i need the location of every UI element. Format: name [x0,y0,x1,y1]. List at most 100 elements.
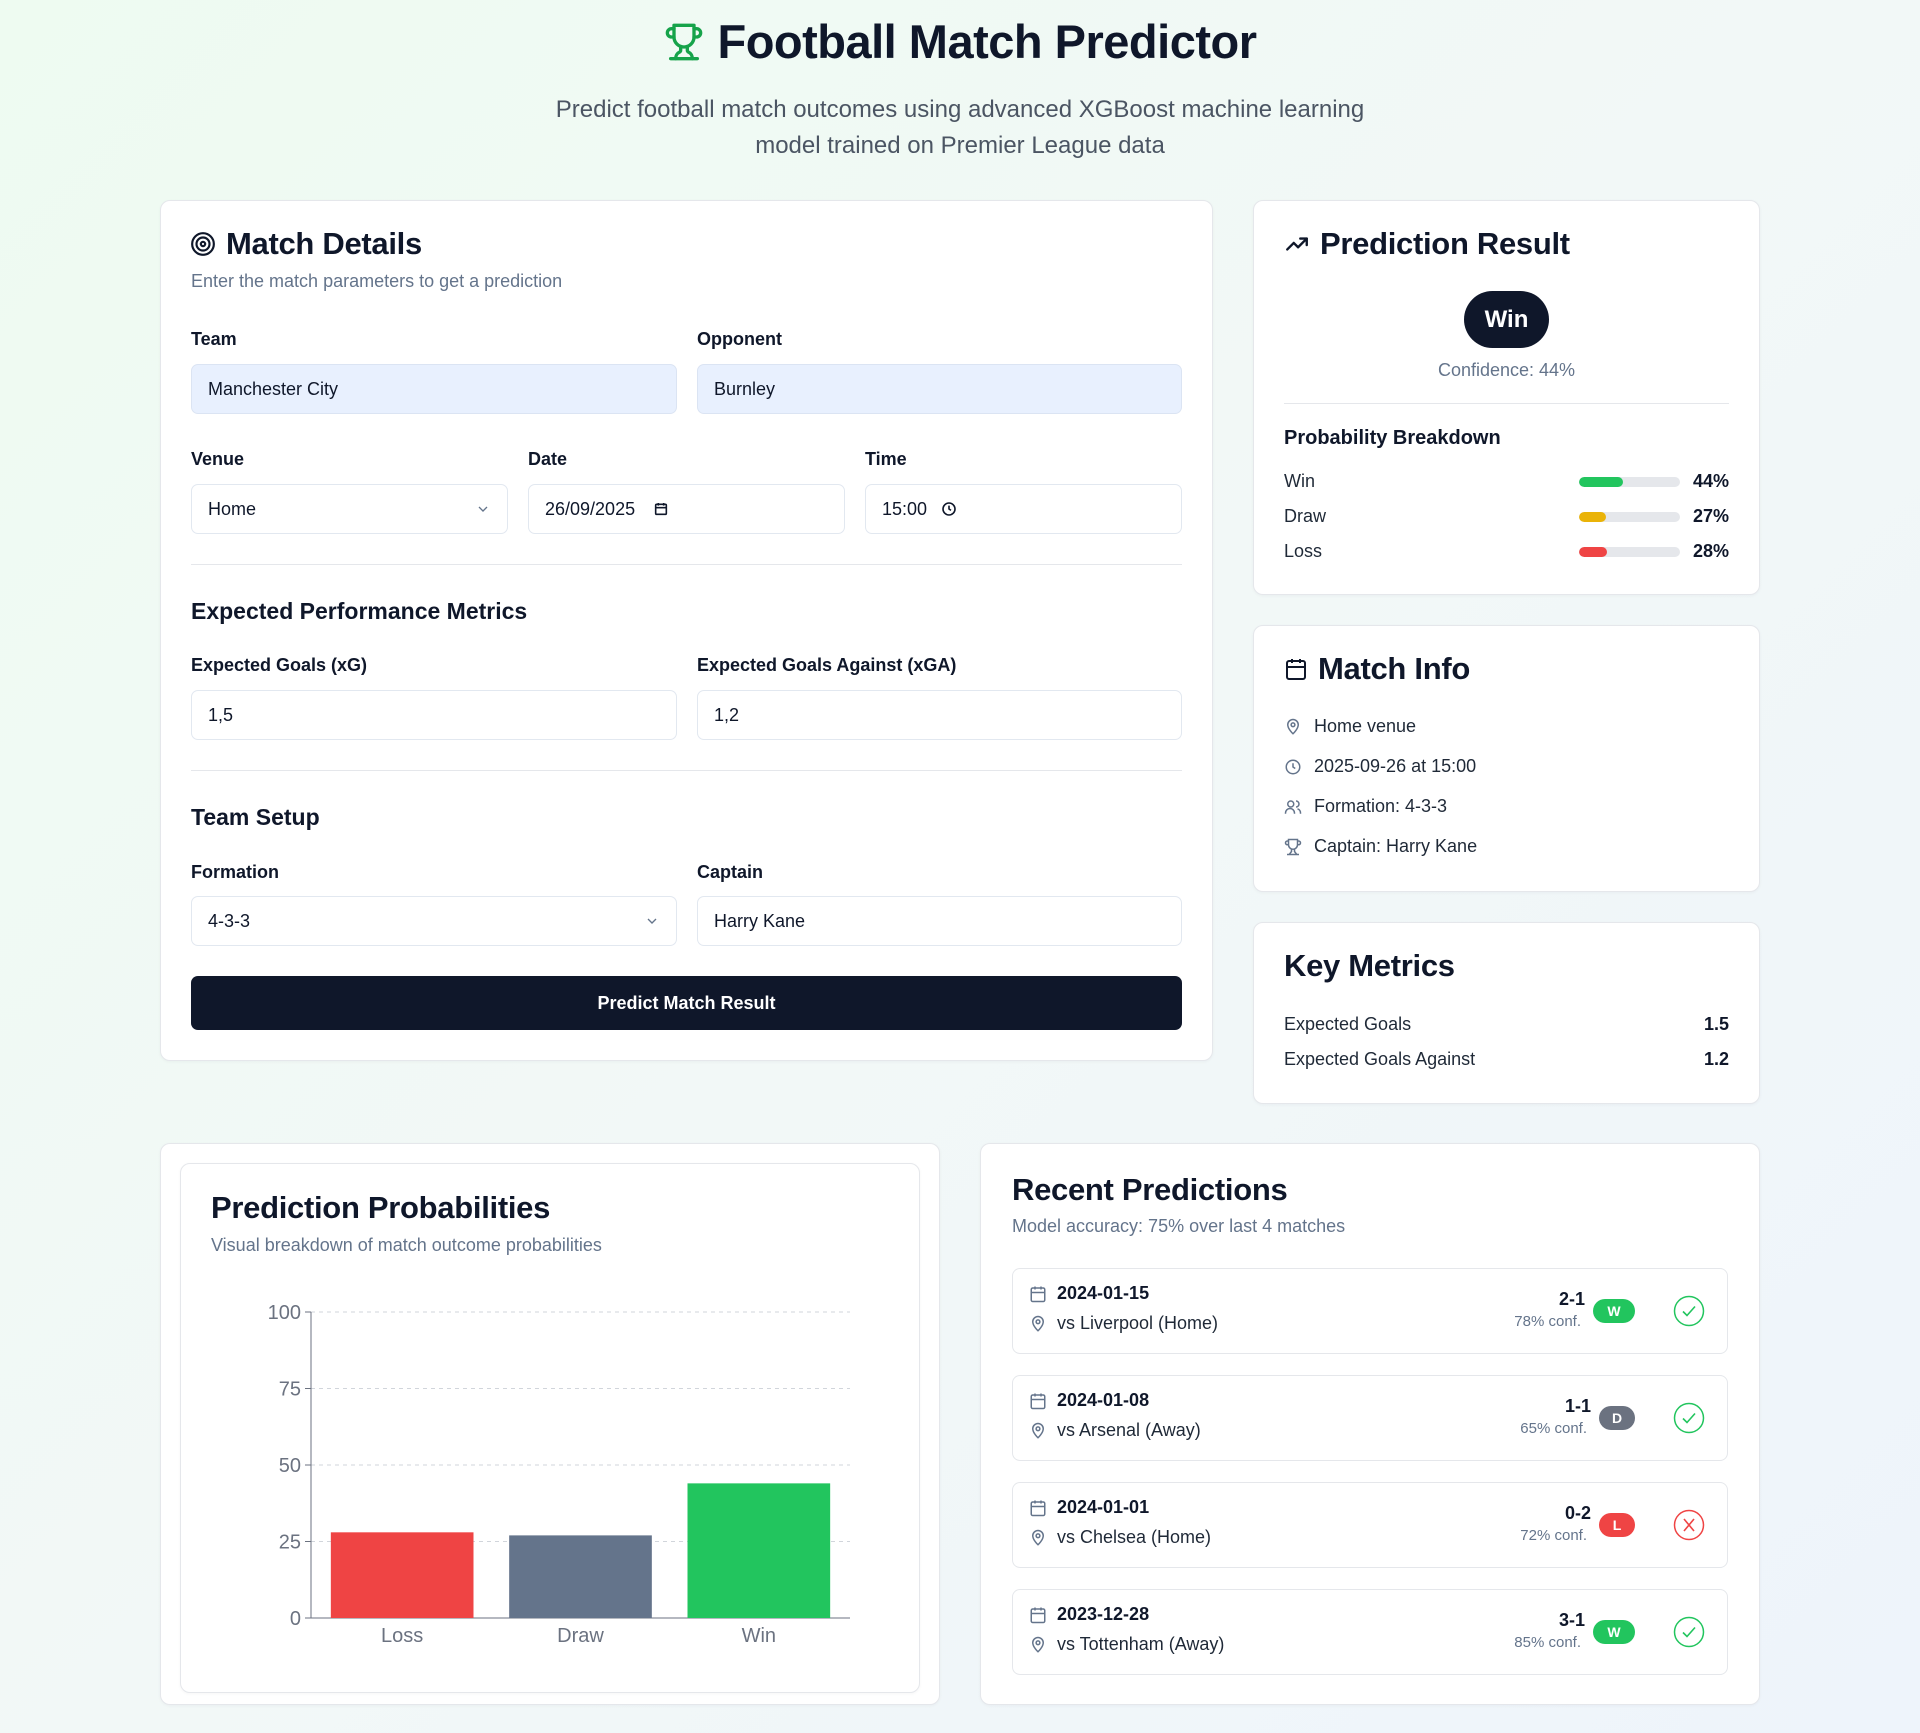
bar-loss [330,1532,474,1618]
check-circle-icon [1673,1402,1705,1434]
info-datetime: 2025-09-26 at 15:00 [1284,756,1476,777]
x-tick-label: Win [742,1625,776,1647]
calendar-icon [1029,1499,1047,1517]
prediction-confidence: 72% conf. [1520,1527,1587,1544]
prediction-item: 2024-01-08 vs Arsenal (Away) 1-1 65% conf. D [1012,1375,1728,1461]
recent-predictions-title: Recent Predictions [1012,1172,1288,1207]
xga-value: 1,2 [714,704,740,725]
loss-progress-bar [1579,547,1680,557]
info-formation: Formation: 4-3-3 [1284,796,1447,817]
xg-value: 1,5 [208,704,234,725]
team-input[interactable]: Manchester City [191,364,677,414]
breakdown-label-loss: Loss [1284,541,1323,561]
probabilities-title: Prediction Probabilities [211,1190,551,1225]
prediction-opponent-text: vs Liverpool (Home) [1057,1313,1219,1333]
outcome-badge: Win [1464,291,1549,348]
prediction-date-text: 2023-12-28 [1057,1604,1150,1624]
match-info-title: Match Info [1284,651,1470,687]
venue-label: Venue [191,449,245,469]
venue-select[interactable]: Home [191,484,508,534]
result-badge: D [1599,1406,1635,1430]
prediction-date-text: 2024-01-15 [1057,1283,1150,1303]
x-circle-icon [1673,1509,1705,1541]
info-datetime-text: 2025-09-26 at 15:00 [1314,756,1477,776]
trending-up-icon [1284,231,1310,257]
formation-label: Formation [191,862,279,882]
prediction-date: 2024-01-08 [1029,1390,1149,1411]
result-badge: L [1599,1513,1635,1537]
formation-value: 4-3-3 [208,910,251,931]
formation-select[interactable]: 4-3-3 [191,896,677,946]
predict-button[interactable]: Predict Match Result [191,976,1182,1030]
y-tick-label: 100 [268,1302,301,1324]
page-header: Football Match Predictor [0,14,1920,69]
prediction-result-heading: Prediction Result [1320,226,1570,261]
prediction-date: 2023-12-28 [1029,1604,1149,1625]
prediction-score: 1-1 [1564,1396,1591,1416]
y-tick-label: 50 [279,1455,301,1477]
prediction-confidence: 78% conf. [1514,1313,1581,1330]
captain-input[interactable]: Harry Kane [697,896,1182,946]
prediction-score: 3-1 [1558,1610,1585,1630]
prediction-score: 0-2 [1564,1503,1591,1523]
y-tick-label: 0 [290,1608,301,1630]
info-venue: Home venue [1284,716,1416,737]
info-captain: Captain: Harry Kane [1284,836,1477,857]
venue-value: Home [208,498,257,519]
target-icon [190,231,216,257]
prediction-opponent-text: vs Tottenham (Away) [1057,1634,1225,1654]
date-input[interactable]: 26/09/2025 [528,484,845,534]
divider [191,770,1182,771]
prediction-opponent-text: vs Chelsea (Home) [1057,1527,1212,1547]
check-circle-icon [1673,1295,1705,1327]
map-pin-icon [1284,718,1302,736]
page-title-wrap: Football Match Predictor [664,14,1257,69]
calendar-icon[interactable] [653,501,669,517]
calendar-icon [1029,1606,1047,1624]
map-pin-icon [1029,1422,1047,1440]
xg-label: Expected Goals (xG) [191,655,368,675]
prediction-date-text: 2024-01-01 [1057,1497,1150,1517]
breakdown-label-win: Win [1284,471,1315,491]
y-tick-label: 25 [279,1532,301,1554]
map-pin-icon [1029,1529,1047,1547]
prediction-opponent: vs Chelsea (Home) [1029,1527,1211,1548]
team-value: Manchester City [208,378,339,399]
result-badge: W [1593,1620,1635,1644]
captain-label: Captain [697,862,764,882]
opponent-input[interactable]: Burnley [697,364,1182,414]
calendar-icon [1029,1392,1047,1410]
setup-section-title: Team Setup [191,804,320,830]
chevron-down-icon [644,913,660,929]
time-input[interactable]: 15:00 [865,484,1182,534]
calendar-icon [1029,1285,1047,1303]
result-badge: W [1593,1299,1635,1323]
info-captain-text: Captain: Harry Kane [1314,836,1478,856]
draw-progress-fill [1579,512,1607,522]
prediction-item: 2024-01-01 vs Chelsea (Home) 0-2 72% conf. L [1012,1482,1728,1568]
prediction-score: 2-1 [1558,1289,1585,1309]
prediction-confidence: 65% conf. [1520,1420,1587,1437]
key-xg-label: Expected Goals [1284,1014,1412,1034]
prediction-confidence: 85% conf. [1514,1634,1581,1651]
breakdown-title: Probability Breakdown [1284,427,1501,449]
probabilities-subtitle: Visual breakdown of match outcome probab… [211,1235,602,1255]
x-tick-label: Loss [381,1625,423,1647]
date-value: 26/09/2025 [545,498,636,519]
prediction-item: 2024-01-15 vs Liverpool (Home) 2-1 78% conf… [1012,1268,1728,1354]
date-label: Date [528,449,568,469]
prediction-result-title: Prediction Result [1284,226,1570,262]
match-details-subtitle: Enter the match parameters to get a pred… [191,271,563,291]
prediction-date-text: 2024-01-08 [1057,1390,1150,1410]
clock-icon[interactable] [941,501,957,517]
match-details-heading: Match Details [226,226,422,261]
bar-win [687,1483,831,1618]
xg-input[interactable]: 1,5 [191,690,677,740]
prediction-opponent: vs Tottenham (Away) [1029,1634,1224,1655]
key-xga-value: 1.2 [1703,1049,1729,1069]
xga-input[interactable]: 1,2 [697,690,1182,740]
probability-bar-chart: 0 25 50 75 100 Loss Draw Win [268,1302,850,1647]
breakdown-pct-win: 44% [1692,471,1729,491]
check-circle-icon [1673,1616,1705,1648]
key-xga-label: Expected Goals Against [1284,1049,1476,1069]
